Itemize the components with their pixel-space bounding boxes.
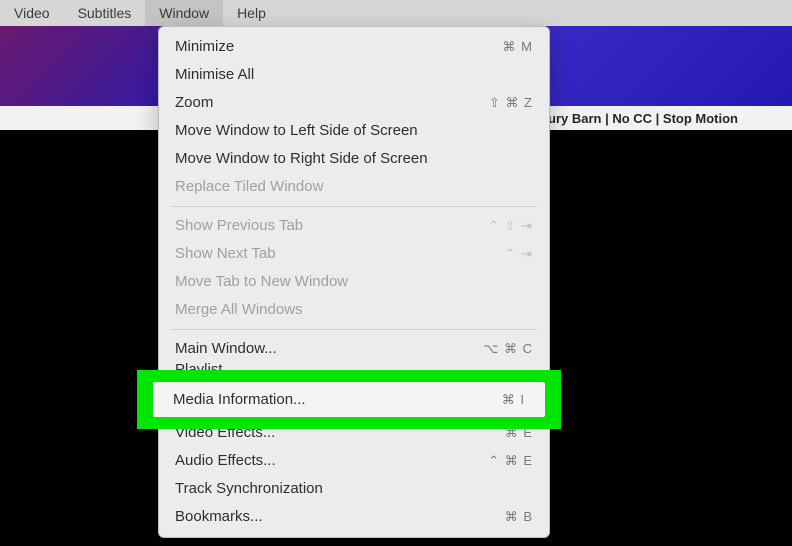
menu-item-shortcut: ⌃ ⌘ E: [488, 451, 533, 471]
menu-item-label: Track Synchronization: [175, 479, 323, 499]
menu-item-label: Zoom: [175, 93, 213, 113]
menu-item-label: Audio Effects...: [175, 451, 276, 471]
menu-subtitles[interactable]: Subtitles: [64, 0, 146, 26]
highlight-callout: Media Information... ⌘ I: [137, 370, 561, 429]
menu-replace-tiled: Replace Tiled Window: [159, 173, 549, 201]
menu-label: Subtitles: [78, 5, 132, 21]
menu-item-shortcut: ⌘ B: [505, 507, 533, 527]
menu-separator: [171, 206, 537, 207]
video-title: ury Barn | No CC | Stop Motion: [548, 111, 738, 126]
menu-media-information[interactable]: Media Information... ⌘ I: [153, 382, 545, 417]
menu-item-label: Move Window to Right Side of Screen: [175, 149, 428, 169]
menu-minimize[interactable]: Minimize ⌘ M: [159, 33, 549, 61]
menu-item-shortcut: ⌥ ⌘ C: [483, 339, 533, 359]
menu-item-label: Show Next Tab: [175, 244, 276, 264]
menu-main-window[interactable]: Main Window... ⌥ ⌘ C: [159, 335, 549, 363]
menu-item-label: Minimize: [175, 37, 234, 57]
menu-item-label: Show Previous Tab: [175, 216, 303, 236]
menu-label: Video: [14, 5, 50, 21]
menu-move-tab-new-window: Move Tab to New Window: [159, 268, 549, 296]
menu-minimise-all[interactable]: Minimise All: [159, 61, 549, 89]
menu-move-window-left[interactable]: Move Window to Left Side of Screen: [159, 117, 549, 145]
menu-zoom[interactable]: Zoom ⇧ ⌘ Z: [159, 89, 549, 117]
menu-show-previous-tab: Show Previous Tab ⌃ ⇧ ⇥: [159, 212, 549, 240]
menu-item-shortcut: ⌃ ⇥: [505, 244, 533, 264]
menu-bookmarks[interactable]: Bookmarks... ⌘ B: [159, 503, 549, 531]
menu-label: Help: [237, 5, 266, 21]
menu-window[interactable]: Window: [145, 0, 223, 26]
menu-show-next-tab: Show Next Tab ⌃ ⇥: [159, 240, 549, 268]
menu-item-label: Replace Tiled Window: [175, 177, 323, 197]
menu-item-shortcut: ⌘ M: [503, 37, 533, 57]
menu-item-shortcut: ⇧ ⌘ Z: [489, 93, 533, 113]
window-menu-dropdown: Minimize ⌘ M Minimise All Zoom ⇧ ⌘ Z Mov…: [158, 26, 550, 538]
menu-merge-all-windows: Merge All Windows: [159, 296, 549, 324]
menu-item-label: Move Tab to New Window: [175, 272, 348, 292]
menu-audio-effects[interactable]: Audio Effects... ⌃ ⌘ E: [159, 447, 549, 475]
menu-move-window-right[interactable]: Move Window to Right Side of Screen: [159, 145, 549, 173]
menu-item-label: Merge All Windows: [175, 300, 303, 320]
menu-label: Window: [159, 5, 209, 21]
menu-help[interactable]: Help: [223, 0, 280, 26]
menu-item-shortcut: ⌘ I: [502, 392, 525, 408]
menubar: Video Subtitles Window Help: [0, 0, 792, 26]
menu-item-label: Media Information...: [173, 391, 306, 408]
menu-item-label: Minimise All: [175, 65, 254, 85]
menu-video[interactable]: Video: [0, 0, 64, 26]
menu-track-sync[interactable]: Track Synchronization: [159, 475, 549, 503]
menu-separator: [171, 329, 537, 330]
menu-item-label: Main Window...: [175, 339, 277, 359]
menu-item-shortcut: ⌃ ⇧ ⇥: [488, 216, 533, 236]
menu-item-label: Bookmarks...: [175, 507, 263, 527]
menu-item-label: Move Window to Left Side of Screen: [175, 121, 418, 141]
